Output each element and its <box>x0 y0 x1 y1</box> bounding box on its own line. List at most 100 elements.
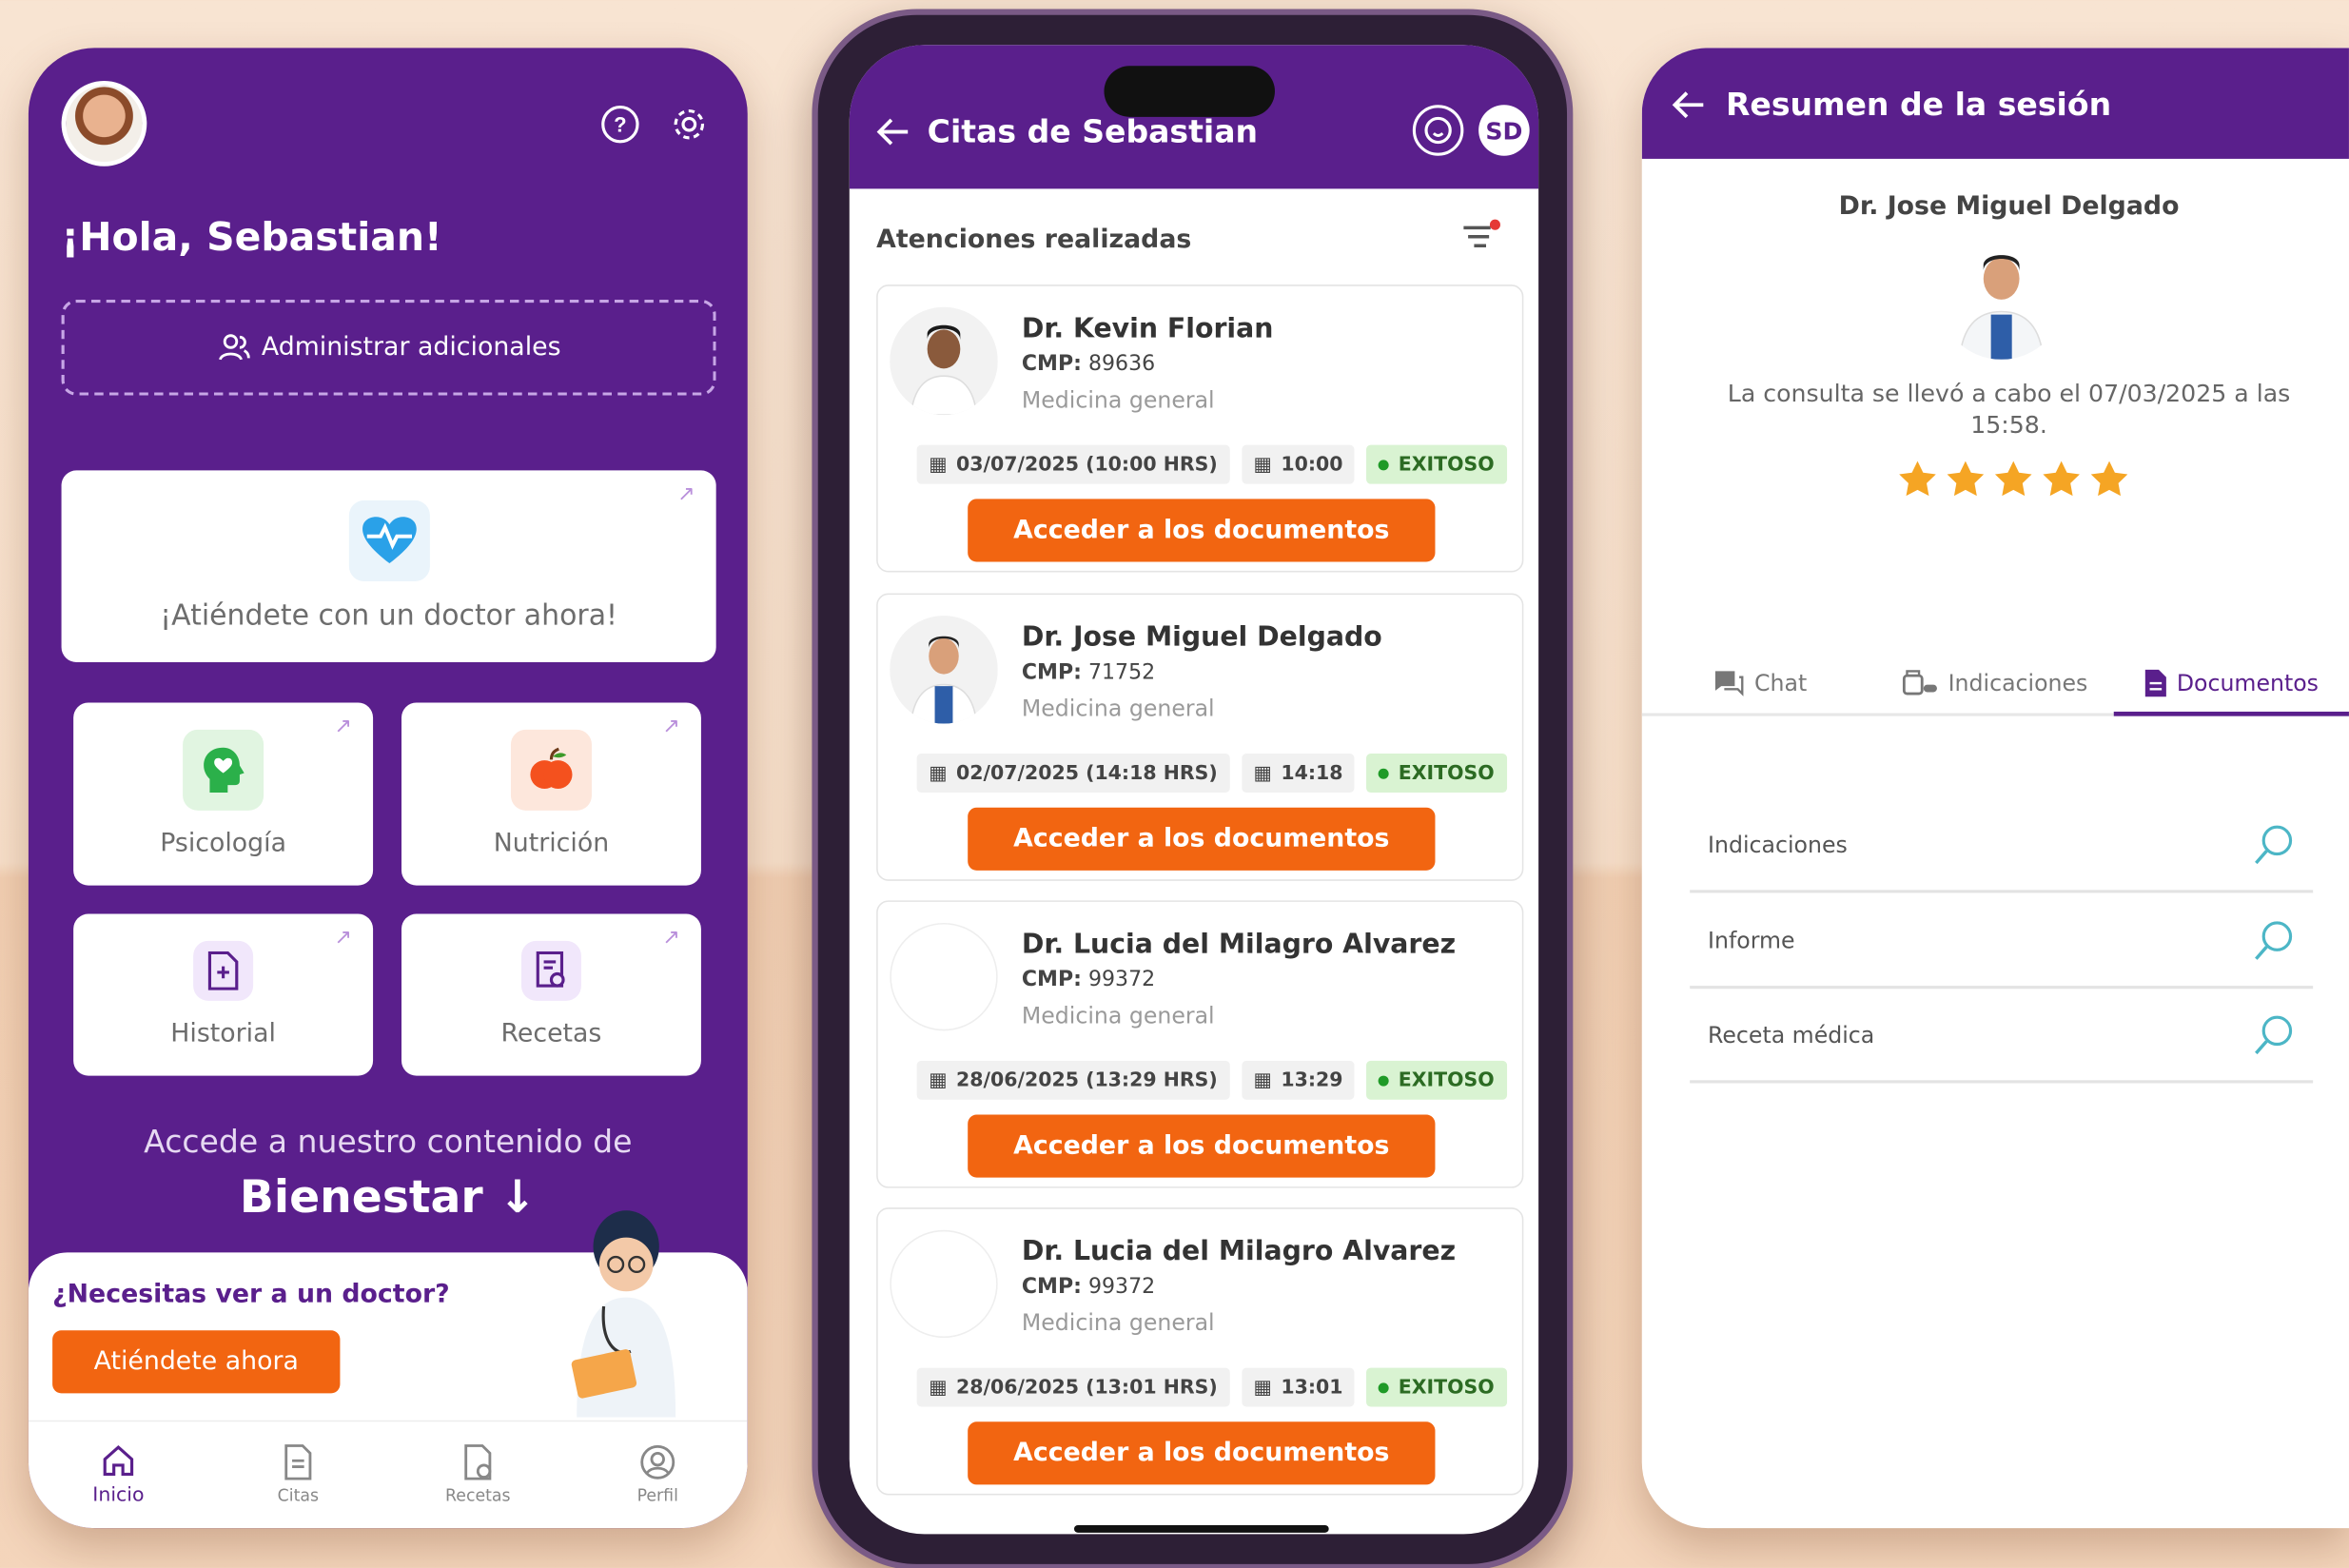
appointment-meta: ▦ 28/06/2025 (13:01 HRS) ▦ 13:01 EXITOSO <box>916 1367 1507 1407</box>
user-initials-avatar[interactable]: SD <box>1478 105 1530 156</box>
date-chip: ▦ 28/06/2025 (13:29 HRS) <box>916 1060 1230 1100</box>
doctor-name: Dr. Jose Miguel Delgado <box>1021 621 1382 654</box>
users-icon <box>217 331 250 364</box>
prescription-icon <box>520 940 581 1001</box>
access-documents-button[interactable]: Acceder a los documentos <box>968 807 1436 871</box>
service-prescriptions[interactable]: ↗ Recetas <box>401 913 701 1076</box>
status-badge: EXITOSO <box>1366 1060 1507 1100</box>
attend-now-button[interactable]: Atiéndete ahora <box>52 1330 341 1394</box>
status-badge: EXITOSO <box>1366 754 1507 793</box>
doctor-cmp: CMP: 99372 <box>1021 1274 1156 1300</box>
section-subtitle: Atenciones realizadas <box>876 225 1192 255</box>
service-psychology[interactable]: ↗ Psicología <box>73 702 374 886</box>
appointment-card: Dr. Kevin Florian CMP: 89636 Medicina ge… <box>876 284 1524 573</box>
status-badge: EXITOSO <box>1366 444 1507 484</box>
tab-indications[interactable]: Indicaciones <box>1877 654 2113 714</box>
service-nutrition[interactable]: ↗ Nutrición <box>401 702 701 886</box>
doctor-photo-placeholder <box>890 1229 998 1339</box>
home-indicator <box>1073 1524 1329 1533</box>
star-icon <box>2043 461 2080 497</box>
document-row[interactable]: Receta médica <box>1690 990 2314 1084</box>
calendar-icon: ▦ <box>1253 1376 1272 1399</box>
tab-chat[interactable]: Chat <box>1642 654 1878 714</box>
service-label: Psicología <box>160 828 287 859</box>
date-chip: ▦ 28/06/2025 (13:01 HRS) <box>916 1367 1230 1407</box>
filter-icon[interactable] <box>1460 219 1502 255</box>
time-chip: ▦ 14:18 <box>1241 754 1356 793</box>
session-tabs: Chat Indicaciones Documentos <box>1641 654 2349 716</box>
star-icon <box>1947 461 1985 497</box>
search-icon[interactable] <box>2253 920 2295 962</box>
session-doctor-name: Dr. Jose Miguel Delgado <box>1838 191 2180 223</box>
back-arrow-icon[interactable] <box>876 117 910 147</box>
user-avatar[interactable] <box>61 81 147 167</box>
doctor-illustration <box>544 1207 709 1418</box>
document-filled-icon <box>2144 669 2166 696</box>
profile-icon <box>640 1444 675 1480</box>
nav-home[interactable]: Inicio <box>58 1442 178 1507</box>
external-arrow-icon: ↗ <box>334 715 353 739</box>
external-arrow-icon: ↗ <box>662 926 680 951</box>
calendar-icon: ▦ <box>929 1376 948 1399</box>
medical-file-icon <box>193 940 254 1001</box>
calendar-icon: ▦ <box>929 761 948 785</box>
nav-label: Recetas <box>445 1486 511 1506</box>
calendar-icon: ▦ <box>1253 453 1272 476</box>
document-row[interactable]: Indicaciones <box>1690 800 2314 893</box>
doctor-photo-placeholder <box>890 922 998 1031</box>
screens-stage: ? ¡Hola, Sebastian! Administrar adiciona… <box>0 0 2349 1568</box>
status-badge: EXITOSO <box>1366 1367 1507 1407</box>
need-doctor-panel: ¿Necesitas ver a un doctor? Atiéndete ah… <box>28 1210 748 1529</box>
home-screen: ? ¡Hola, Sebastian! Administrar adiciona… <box>28 48 748 1529</box>
time-chip: ▦ 10:00 <box>1241 444 1356 484</box>
session-summary-screen: Resumen de la sesión Dr. Jose Miguel Del… <box>1641 48 2349 1529</box>
back-arrow-icon[interactable] <box>1672 89 1705 119</box>
need-doctor-question: ¿Necesitas ver a un doctor? <box>52 1279 450 1310</box>
nav-label: Perfil <box>636 1486 678 1506</box>
search-icon[interactable] <box>2253 824 2295 866</box>
appointment-meta: ▦ 28/06/2025 (13:29 HRS) ▦ 13:29 EXITOSO <box>916 1060 1507 1100</box>
face-scan-icon[interactable] <box>1412 105 1464 156</box>
document-name: Informe <box>1708 927 1795 955</box>
doctor-photo <box>890 306 998 416</box>
appointment-meta: ▦ 03/07/2025 (10:00 HRS) ▦ 10:00 EXITOSO <box>916 444 1507 484</box>
star-icon <box>1899 461 1936 497</box>
wellness-intro: Accede a nuestro contenido de <box>144 1123 633 1160</box>
access-documents-button[interactable]: Acceder a los documentos <box>968 1114 1436 1178</box>
external-arrow-icon: ↗ <box>677 482 695 507</box>
nav-label: Citas <box>277 1486 320 1506</box>
session-title: Resumen de la sesión <box>1725 87 2112 124</box>
doctor-photo <box>890 616 998 724</box>
settings-gear-icon[interactable] <box>670 105 709 144</box>
session-header: Resumen de la sesión <box>1641 48 2349 159</box>
document-row[interactable]: Informe <box>1690 896 2314 990</box>
appointment-card: Dr. Lucia del Milagro Alvarez CMP: 99372… <box>876 1207 1524 1496</box>
search-icon[interactable] <box>2253 1014 2295 1056</box>
access-documents-button[interactable]: Acceder a los documentos <box>968 499 1436 562</box>
svg-text:?: ? <box>614 113 626 137</box>
chat-icon <box>1713 671 1744 696</box>
session-doctor-photo <box>1938 233 2065 360</box>
dynamic-island <box>1104 66 1275 117</box>
nav-profile[interactable]: Perfil <box>597 1444 717 1506</box>
tab-documents[interactable]: Documentos <box>2113 654 2349 716</box>
home-icon <box>103 1444 134 1476</box>
manage-additional-button[interactable]: Administrar adicionales <box>61 299 716 396</box>
rating-stars <box>1896 459 2130 500</box>
nav-appointments[interactable]: Citas <box>238 1444 358 1506</box>
urgent-doctor-card[interactable]: ↗ ¡Atiéndete con un doctor ahora! <box>61 470 716 662</box>
access-documents-button[interactable]: Acceder a los documentos <box>968 1421 1436 1485</box>
doctor-name: Dr. Lucia del Milagro Alvarez <box>1021 1236 1457 1268</box>
doctor-cmp: CMP: 71752 <box>1021 660 1156 685</box>
appointments-title: Citas de Sebastian <box>927 113 1259 150</box>
consultation-info: La consulta se llevó a cabo el 07/03/202… <box>1727 379 2291 440</box>
nav-prescriptions[interactable]: Recetas <box>418 1444 538 1506</box>
appointment-card: Dr. Jose Miguel Delgado CMP: 71752 Medic… <box>876 593 1524 881</box>
service-label: Recetas <box>500 1018 602 1049</box>
service-history[interactable]: ↗ Historial <box>73 913 374 1076</box>
star-icon <box>1994 461 2032 497</box>
doctor-name: Dr. Lucia del Milagro Alvarez <box>1021 929 1457 961</box>
heart-pulse-icon <box>348 500 430 581</box>
prescription-nav-icon <box>464 1444 492 1480</box>
help-icon[interactable]: ? <box>600 105 639 144</box>
